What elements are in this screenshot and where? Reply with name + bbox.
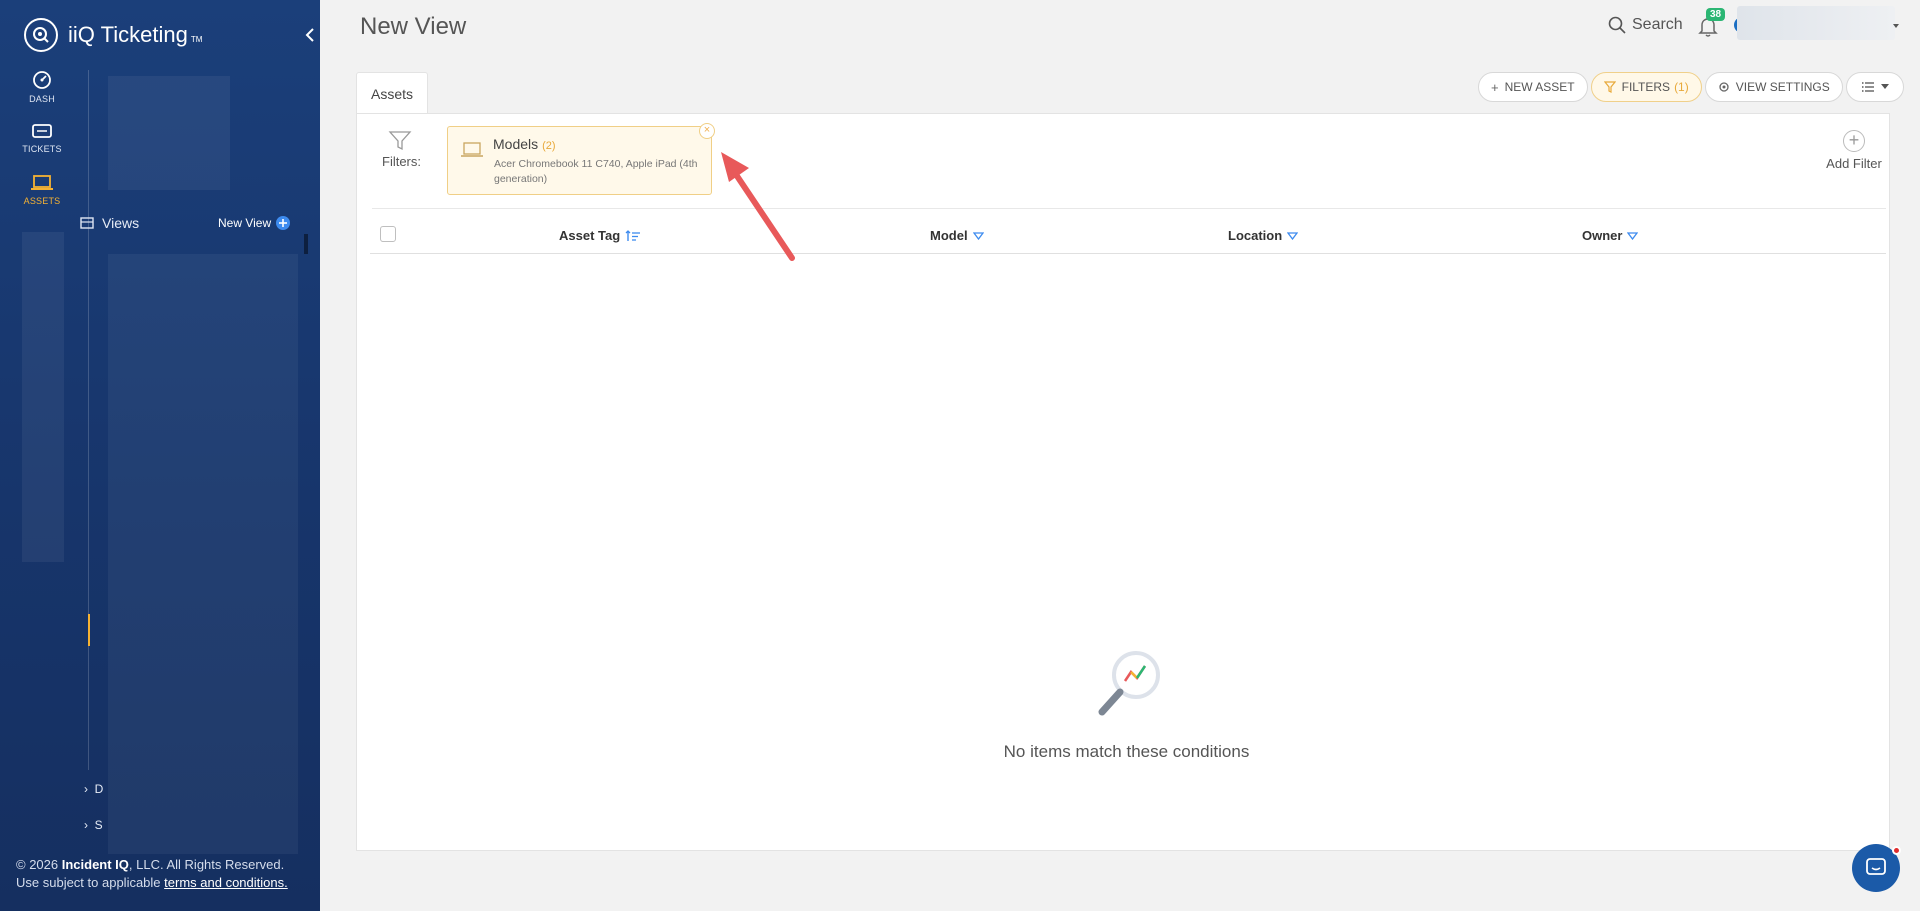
view-settings-button[interactable]: VIEW SETTINGS bbox=[1704, 72, 1843, 102]
plus-circle-icon: + bbox=[1843, 130, 1865, 152]
add-view-icon[interactable] bbox=[276, 216, 290, 230]
sidebar-views-list bbox=[108, 254, 298, 854]
sidebar-footer: © 2026 Incident IQ, LLC. All Rights Rese… bbox=[16, 857, 288, 890]
laptop-icon bbox=[461, 142, 483, 157]
rail-item-assets[interactable]: ASSETS bbox=[0, 174, 84, 226]
terms-link[interactable]: terms and conditions. bbox=[164, 875, 288, 890]
rail-item-tickets[interactable]: TICKETS bbox=[0, 122, 84, 174]
column-header-asset-tag[interactable]: Asset Tag bbox=[559, 228, 641, 243]
new-asset-button[interactable]: + NEW ASSET bbox=[1478, 72, 1588, 102]
laptop-icon bbox=[31, 175, 53, 190]
annotation-arrow-icon bbox=[721, 152, 795, 261]
gear-icon bbox=[1719, 82, 1729, 92]
iiq-logo-icon bbox=[24, 18, 58, 52]
sidebar-divider bbox=[88, 70, 89, 770]
chat-icon bbox=[1866, 858, 1886, 875]
user-menu[interactable] bbox=[1737, 6, 1895, 40]
notification-count-badge: 38 bbox=[1706, 8, 1726, 21]
chevron-left-icon bbox=[305, 28, 314, 42]
sidebar: iiQ Ticketing TM DASH TICKETS ASSETS View… bbox=[0, 0, 320, 911]
select-all-checkbox[interactable] bbox=[380, 226, 396, 242]
filter-card-title: Models (2) bbox=[493, 136, 556, 152]
ticket-icon bbox=[32, 124, 52, 138]
chevron-right-icon: › bbox=[84, 782, 88, 796]
tree-item-1[interactable]: › D bbox=[84, 782, 103, 796]
sidebar-scrollbar[interactable] bbox=[304, 234, 308, 254]
list-options-button[interactable] bbox=[1845, 72, 1904, 102]
sidebar-views-header[interactable]: Views New View bbox=[80, 212, 298, 234]
filter-caret-icon[interactable] bbox=[1287, 231, 1299, 240]
views-icon bbox=[80, 217, 94, 229]
add-filter-button[interactable]: + Add Filter bbox=[1826, 130, 1882, 171]
magnifier-chart-icon bbox=[1098, 651, 1160, 716]
filter-card-description: Acer Chromebook 11 C740, Apple iPad (4th… bbox=[494, 158, 698, 185]
tab-assets[interactable]: Assets bbox=[356, 72, 428, 114]
sort-ascending-icon[interactable] bbox=[625, 229, 641, 242]
filter-caret-icon[interactable] bbox=[972, 231, 984, 240]
filter-card-models[interactable]: Models (2) Acer Chromebook 11 C740, Apple… bbox=[447, 126, 712, 195]
search-icon bbox=[1608, 16, 1626, 34]
filters-label: Filters: bbox=[382, 154, 421, 169]
filters-button[interactable]: FILTERS (1) bbox=[1590, 72, 1702, 102]
divider bbox=[372, 208, 1886, 209]
list-icon bbox=[1861, 82, 1874, 92]
app-rail: DASH TICKETS ASSETS bbox=[0, 70, 84, 226]
table-header: Asset Tag Model Location Owner bbox=[370, 220, 1886, 254]
app-logo[interactable]: iiQ Ticketing TM bbox=[24, 18, 202, 52]
funnel-icon bbox=[388, 131, 412, 151]
rail-item-dash[interactable]: DASH bbox=[0, 70, 84, 122]
empty-state-message: No items match these conditions bbox=[1003, 742, 1250, 761]
search-button[interactable]: Search bbox=[1608, 16, 1683, 34]
toolbar: + NEW ASSET FILTERS (1) VIEW SETTINGS bbox=[1478, 72, 1904, 102]
tree-item-2[interactable]: › S bbox=[84, 818, 103, 832]
page-title: New View bbox=[360, 13, 467, 40]
column-header-owner[interactable]: Owner bbox=[1582, 228, 1639, 243]
filter-caret-icon[interactable] bbox=[1627, 231, 1639, 240]
sidebar-placeholder-left bbox=[22, 232, 64, 562]
column-header-location[interactable]: Location bbox=[1228, 228, 1299, 243]
column-header-model[interactable]: Model bbox=[930, 228, 984, 243]
app-name: iiQ Ticketing TM bbox=[68, 22, 203, 47]
active-view-marker bbox=[88, 614, 90, 646]
plus-icon: + bbox=[1491, 79, 1499, 95]
funnel-icon bbox=[1603, 81, 1616, 93]
collapse-sidebar-button[interactable] bbox=[302, 26, 320, 44]
sidebar-new-view-label[interactable]: New View bbox=[218, 216, 271, 230]
chevron-down-icon bbox=[1880, 84, 1889, 89]
remove-filter-close-icon[interactable]: × bbox=[699, 123, 715, 139]
chat-unread-indicator bbox=[1892, 846, 1901, 855]
chevron-right-icon: › bbox=[84, 818, 88, 832]
chevron-down-icon[interactable] bbox=[1893, 24, 1899, 28]
sidebar-placeholder-top bbox=[108, 76, 230, 190]
dashboard-icon bbox=[33, 71, 51, 89]
